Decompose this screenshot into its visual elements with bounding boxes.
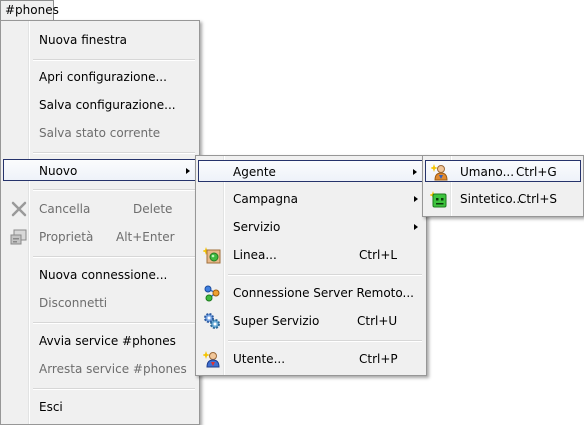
submenu-agente: Umano... Ctrl+G Sintetico... Ctrl+S [422, 155, 584, 217]
submenu-arrow-icon [186, 168, 190, 174]
properties-icon [10, 229, 27, 245]
menu-item-label: Linea... [233, 248, 277, 262]
submenu-item-umano[interactable]: Umano... Ctrl+G [425, 160, 581, 182]
submenu-item-linea[interactable]: Linea... Ctrl+L [198, 244, 424, 266]
menu-separator [33, 388, 195, 390]
menu-item-arresta-service[interactable]: Arresta service #phones [3, 358, 197, 380]
menu-item-label: Disconnetti [39, 296, 108, 310]
menu-item-label: Servizio [233, 220, 281, 234]
synthetic-agent-icon [430, 191, 447, 208]
menu-item-label: Campagna [233, 192, 298, 206]
new-user-icon [203, 351, 220, 368]
main-menu: Nuova finestra Apri configurazione... Sa… [0, 20, 200, 425]
submenu-item-agente[interactable]: Agente [198, 160, 424, 182]
menu-item-shortcut: Ctrl+P [359, 352, 398, 366]
super-service-icon [204, 313, 220, 329]
menu-item-shortcut: Ctrl+U [357, 314, 398, 328]
menu-item-label: Esci [39, 400, 63, 414]
menu-item-shortcut: Ctrl+S [518, 192, 558, 206]
menu-item-shortcut: Delete [133, 202, 173, 216]
menu-item-label: Sintetico... [460, 192, 524, 206]
menu-separator [33, 256, 195, 258]
menu-item-esci[interactable]: Esci [3, 396, 197, 418]
menu-item-salva-configurazione[interactable]: Salva configurazione... [3, 94, 197, 116]
menubar-phones[interactable]: #phones [0, 0, 59, 20]
menu-item-label: Salva stato corrente [39, 126, 161, 140]
menu-separator [33, 322, 195, 324]
menu-item-label: Nuovo [39, 164, 78, 178]
menu-item-apri-configurazione[interactable]: Apri configurazione... [3, 66, 197, 88]
menu-item-label: Apri configurazione... [39, 70, 167, 84]
menu-item-label: Arresta service #phones [39, 362, 187, 376]
menu-item-shortcut: Ctrl+G [516, 165, 557, 179]
submenu-arrow-icon [414, 196, 418, 202]
menu-item-label: Cancella [39, 202, 91, 216]
menu-item-shortcut: Alt+Enter [116, 230, 175, 244]
delete-x-icon [11, 201, 27, 217]
menu-item-nuova-finestra[interactable]: Nuova finestra [3, 29, 197, 51]
human-agent-icon [431, 164, 448, 181]
menu-item-label: Proprietà [39, 230, 94, 244]
menu-item-avvia-service[interactable]: Avvia service #phones [3, 330, 197, 352]
menu-item-label: Nuova connessione... [39, 268, 168, 282]
submenu-nuovo: Agente Campagna Servizio Linea... Ctrl+L… [195, 155, 427, 376]
menu-item-disconnetti[interactable]: Disconnetti [3, 292, 197, 314]
menu-item-shortcut: Ctrl+L [359, 248, 398, 262]
menu-item-nuovo[interactable]: Nuovo [3, 159, 197, 181]
menu-separator [33, 189, 195, 191]
submenu-arrow-icon [414, 224, 418, 230]
menu-item-label: Utente... [233, 352, 286, 366]
submenu-item-utente[interactable]: Utente... Ctrl+P [198, 348, 424, 370]
submenu-item-connessione-server-remoto[interactable]: Connessione Server Remoto... [198, 282, 424, 304]
menu-item-proprieta[interactable]: Proprietà Alt+Enter [3, 226, 197, 248]
submenu-item-super-servizio[interactable]: Super Servizio Ctrl+U [198, 310, 424, 332]
submenu-item-sintetico[interactable]: Sintetico... Ctrl+S [425, 188, 581, 210]
menu-separator [33, 59, 195, 61]
menu-item-label: Avvia service #phones [39, 334, 176, 348]
new-line-icon [203, 247, 221, 264]
menu-separator [33, 152, 195, 154]
submenu-item-servizio[interactable]: Servizio [198, 216, 424, 238]
remote-server-icon [204, 285, 220, 302]
menubar-phones-label: #phones [5, 3, 59, 17]
menu-item-cancella[interactable]: Cancella Delete [3, 198, 197, 220]
menu-item-nuova-connessione[interactable]: Nuova connessione... [3, 264, 197, 286]
menu-item-label: Umano... [460, 165, 515, 179]
menu-separator [228, 340, 422, 342]
submenu-item-campagna[interactable]: Campagna [198, 188, 424, 210]
menu-item-label: Nuova finestra [39, 33, 127, 47]
menu-item-label: Agente [233, 165, 276, 179]
submenu-arrow-icon [413, 169, 417, 175]
menu-item-label: Connessione Server Remoto... [233, 286, 414, 300]
menu-separator [228, 274, 422, 276]
menu-item-label: Salva configurazione... [39, 98, 176, 112]
menu-item-salva-stato-corrente[interactable]: Salva stato corrente [3, 122, 197, 144]
menu-item-label: Super Servizio [233, 314, 320, 328]
